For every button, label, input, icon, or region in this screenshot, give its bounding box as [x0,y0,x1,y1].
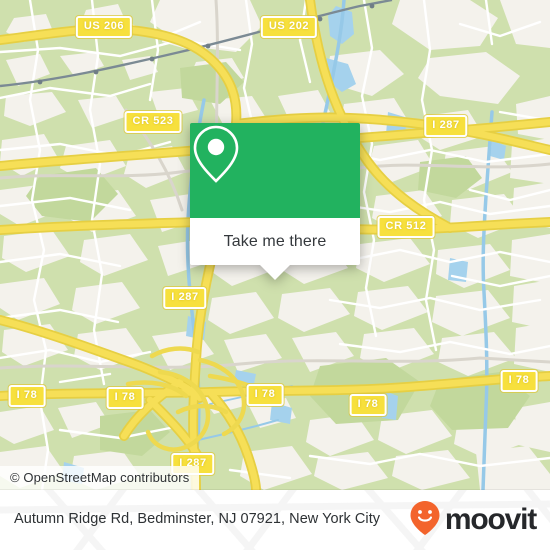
road-shield: US 206 [75,16,133,38]
road-shield: CR 512 [377,216,435,238]
callout-tail [260,265,290,280]
road-shield: I 78 [500,370,538,392]
moovit-brand[interactable]: moovit [409,500,537,541]
road-shield: I 287 [424,115,468,137]
take-me-there-button[interactable]: Take me there [190,218,360,265]
osm-attribution[interactable]: © OpenStreetMap contributors [0,466,200,490]
moovit-wordmark: moovit [444,503,537,536]
location-callout[interactable]: Take me there [190,123,360,280]
address-label: Autumn Ridge Rd, Bedminster, NJ 07921, N… [14,511,381,528]
road-shield: US 202 [260,16,318,38]
road-shield: I 78 [246,384,284,406]
take-me-there-label: Take me there [223,232,327,250]
road-shield: I 78 [8,385,46,407]
road-shield: I 287 [163,287,207,309]
callout-image-area [190,123,360,218]
map-canvas[interactable]: US 206 US 202 CR 523 I 287 CR 512 I 287 I 78 I … [0,0,550,490]
moovit-smiley-pin-icon [409,500,441,541]
road-shield: I 78 [349,394,387,416]
footer-bar: Autumn Ridge Rd, Bedminster, NJ 07921, N… [0,490,550,550]
road-shield: CR 523 [124,111,182,133]
map-screenshot: US 206 US 202 CR 523 I 287 CR 512 I 287 I 78 I … [0,0,550,550]
road-shield: I 78 [106,387,144,409]
